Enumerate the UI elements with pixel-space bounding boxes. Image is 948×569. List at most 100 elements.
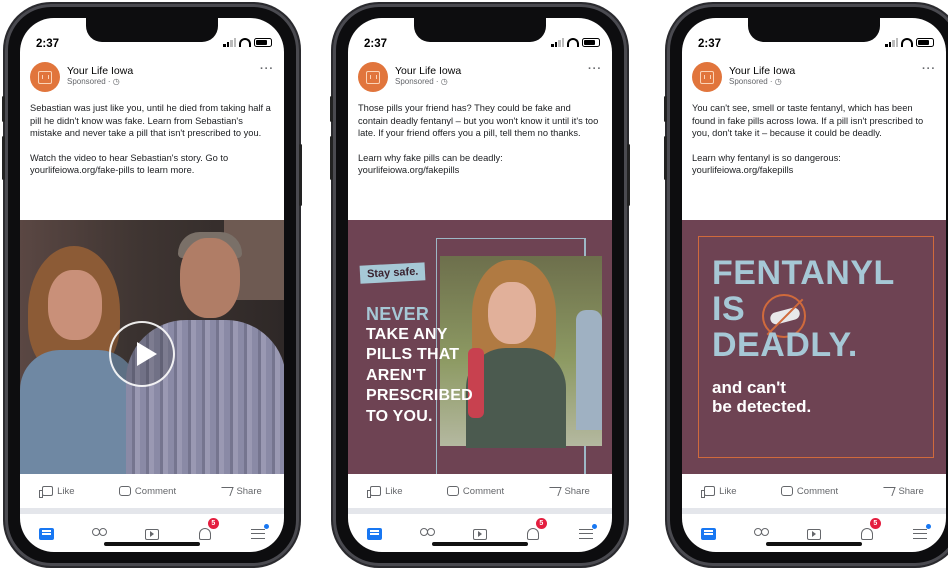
share-button[interactable]: Share bbox=[546, 486, 590, 497]
video-player[interactable] bbox=[20, 220, 284, 474]
thumbs-up-icon bbox=[367, 486, 382, 498]
sponsored-label: Sponsored · ◷ bbox=[67, 77, 120, 86]
tab-watch[interactable] bbox=[142, 524, 162, 544]
page-avatar[interactable] bbox=[30, 62, 60, 92]
bottom-tab-bar: 5 bbox=[20, 516, 284, 552]
share-icon bbox=[218, 486, 235, 496]
wifi-icon bbox=[901, 38, 913, 47]
menu-icon bbox=[578, 524, 597, 539]
tab-home[interactable] bbox=[36, 524, 56, 544]
battery-icon bbox=[582, 38, 600, 47]
power-button bbox=[627, 144, 630, 206]
friends-icon bbox=[753, 528, 770, 540]
home-feed-icon bbox=[38, 528, 54, 540]
post-paragraph: You can't see, smell or taste fentanyl, … bbox=[692, 103, 924, 139]
tab-menu[interactable] bbox=[910, 524, 931, 544]
share-button[interactable]: Share bbox=[880, 486, 924, 497]
volume-button bbox=[664, 136, 667, 180]
more-options-icon[interactable]: ··· bbox=[922, 63, 936, 75]
notification-badge: 5 bbox=[869, 518, 881, 529]
tab-watch[interactable] bbox=[470, 524, 490, 544]
phone-2: 2:37 Your Life Iowa Sponsored · ◷ ··· Th… bbox=[330, 4, 630, 566]
phone-3: 2:37 Your Life Iowa Sponsored · ◷ ··· Yo… bbox=[664, 4, 948, 566]
like-button[interactable]: Like bbox=[701, 486, 737, 498]
like-button[interactable]: Like bbox=[367, 486, 403, 498]
sponsored-label: Sponsored · ◷ bbox=[729, 77, 782, 86]
tab-home[interactable] bbox=[364, 524, 384, 544]
bottom-tab-bar: 5 bbox=[348, 516, 612, 552]
volume-button bbox=[330, 136, 333, 180]
tab-friends[interactable] bbox=[89, 524, 109, 544]
more-options-icon[interactable]: ··· bbox=[260, 63, 274, 75]
page-name[interactable]: Your Life Iowa bbox=[67, 65, 133, 77]
logo-icon bbox=[366, 70, 380, 84]
post-text: You can't see, smell or taste fentanyl, … bbox=[692, 102, 936, 189]
share-icon bbox=[880, 486, 897, 496]
bottom-tab-bar: 5 bbox=[682, 516, 946, 552]
post-paragraph: Sebastian was just like you, until he di… bbox=[30, 103, 271, 139]
more-options-icon[interactable]: ··· bbox=[588, 63, 602, 75]
comment-button[interactable]: Comment bbox=[118, 486, 176, 497]
home-feed-icon bbox=[700, 528, 716, 540]
play-icon[interactable] bbox=[109, 321, 175, 387]
signal-icon bbox=[223, 38, 236, 47]
status-icons bbox=[885, 38, 934, 47]
divider bbox=[682, 508, 946, 514]
mute-switch bbox=[330, 96, 333, 122]
sponsored-label: Sponsored · ◷ bbox=[395, 77, 448, 86]
home-indicator[interactable] bbox=[432, 542, 528, 546]
post-header: Your Life Iowa Sponsored · ◷ ··· bbox=[30, 62, 274, 96]
post-actions: Like Comment Share bbox=[20, 478, 284, 504]
home-indicator[interactable] bbox=[766, 542, 862, 546]
page-name[interactable]: Your Life Iowa bbox=[395, 65, 461, 77]
tab-home[interactable] bbox=[698, 524, 718, 544]
comment-button[interactable]: Comment bbox=[446, 486, 504, 497]
ad-image[interactable]: Stay safe. NEVER TAKE ANY PILLS THAT ARE… bbox=[348, 220, 612, 474]
share-icon bbox=[546, 486, 563, 496]
phone-1: 2:37 Your Life Iowa Sponsored · ◷ ··· Se… bbox=[2, 4, 302, 566]
ad-headline-line: FENTANYL bbox=[712, 254, 895, 292]
page-name[interactable]: Your Life Iowa bbox=[729, 65, 795, 77]
bell-icon bbox=[860, 528, 873, 540]
tab-notifications[interactable]: 5 bbox=[523, 518, 547, 544]
mute-switch bbox=[2, 96, 5, 122]
comment-icon bbox=[118, 486, 131, 496]
signal-icon bbox=[551, 38, 564, 47]
status-time: 2:37 bbox=[36, 38, 60, 50]
logo-icon bbox=[38, 70, 52, 84]
tab-menu[interactable] bbox=[576, 524, 597, 544]
page-avatar[interactable] bbox=[692, 62, 722, 92]
notch bbox=[414, 18, 546, 42]
divider bbox=[348, 508, 612, 514]
post-text: Those pills your friend has? They could … bbox=[358, 102, 602, 189]
phone-screen: 2:37 Your Life Iowa Sponsored · ◷ ··· Th… bbox=[348, 18, 612, 552]
thumbs-up-icon bbox=[39, 486, 54, 498]
mute-switch bbox=[664, 96, 667, 122]
notification-badge: 5 bbox=[535, 518, 547, 529]
phone-screen: 2:37 Your Life Iowa Sponsored · ◷ ··· Yo… bbox=[682, 18, 946, 552]
tab-menu[interactable] bbox=[248, 524, 269, 544]
menu-icon bbox=[912, 524, 931, 539]
home-feed-icon bbox=[366, 528, 382, 540]
tab-friends[interactable] bbox=[751, 524, 771, 544]
post-paragraph: Watch the video to hear Sebastian's stor… bbox=[30, 152, 229, 176]
post-paragraph: Learn why fake pills can be deadly: your… bbox=[358, 152, 503, 176]
like-button[interactable]: Like bbox=[39, 486, 75, 498]
comment-button[interactable]: Comment bbox=[780, 486, 838, 497]
tab-notifications[interactable]: 5 bbox=[195, 518, 219, 544]
ad-headline-line: IS bbox=[712, 290, 746, 328]
ad-headline: NEVER TAKE ANY PILLS THAT AREN'T PRESCRI… bbox=[366, 304, 473, 425]
ad-image[interactable]: FENTANYL IS DEADLY. and can't be detecte… bbox=[682, 220, 946, 474]
tab-friends[interactable] bbox=[417, 524, 437, 544]
menu-icon bbox=[250, 524, 269, 539]
tab-watch[interactable] bbox=[804, 524, 824, 544]
ad-tag: Stay safe. bbox=[359, 262, 426, 284]
tab-notifications[interactable]: 5 bbox=[857, 518, 881, 544]
wifi-icon bbox=[239, 38, 251, 47]
status-icons bbox=[551, 38, 600, 47]
watch-icon bbox=[472, 528, 487, 540]
page-avatar[interactable] bbox=[358, 62, 388, 92]
power-button bbox=[299, 144, 302, 206]
share-button[interactable]: Share bbox=[218, 486, 262, 497]
home-indicator[interactable] bbox=[104, 542, 200, 546]
